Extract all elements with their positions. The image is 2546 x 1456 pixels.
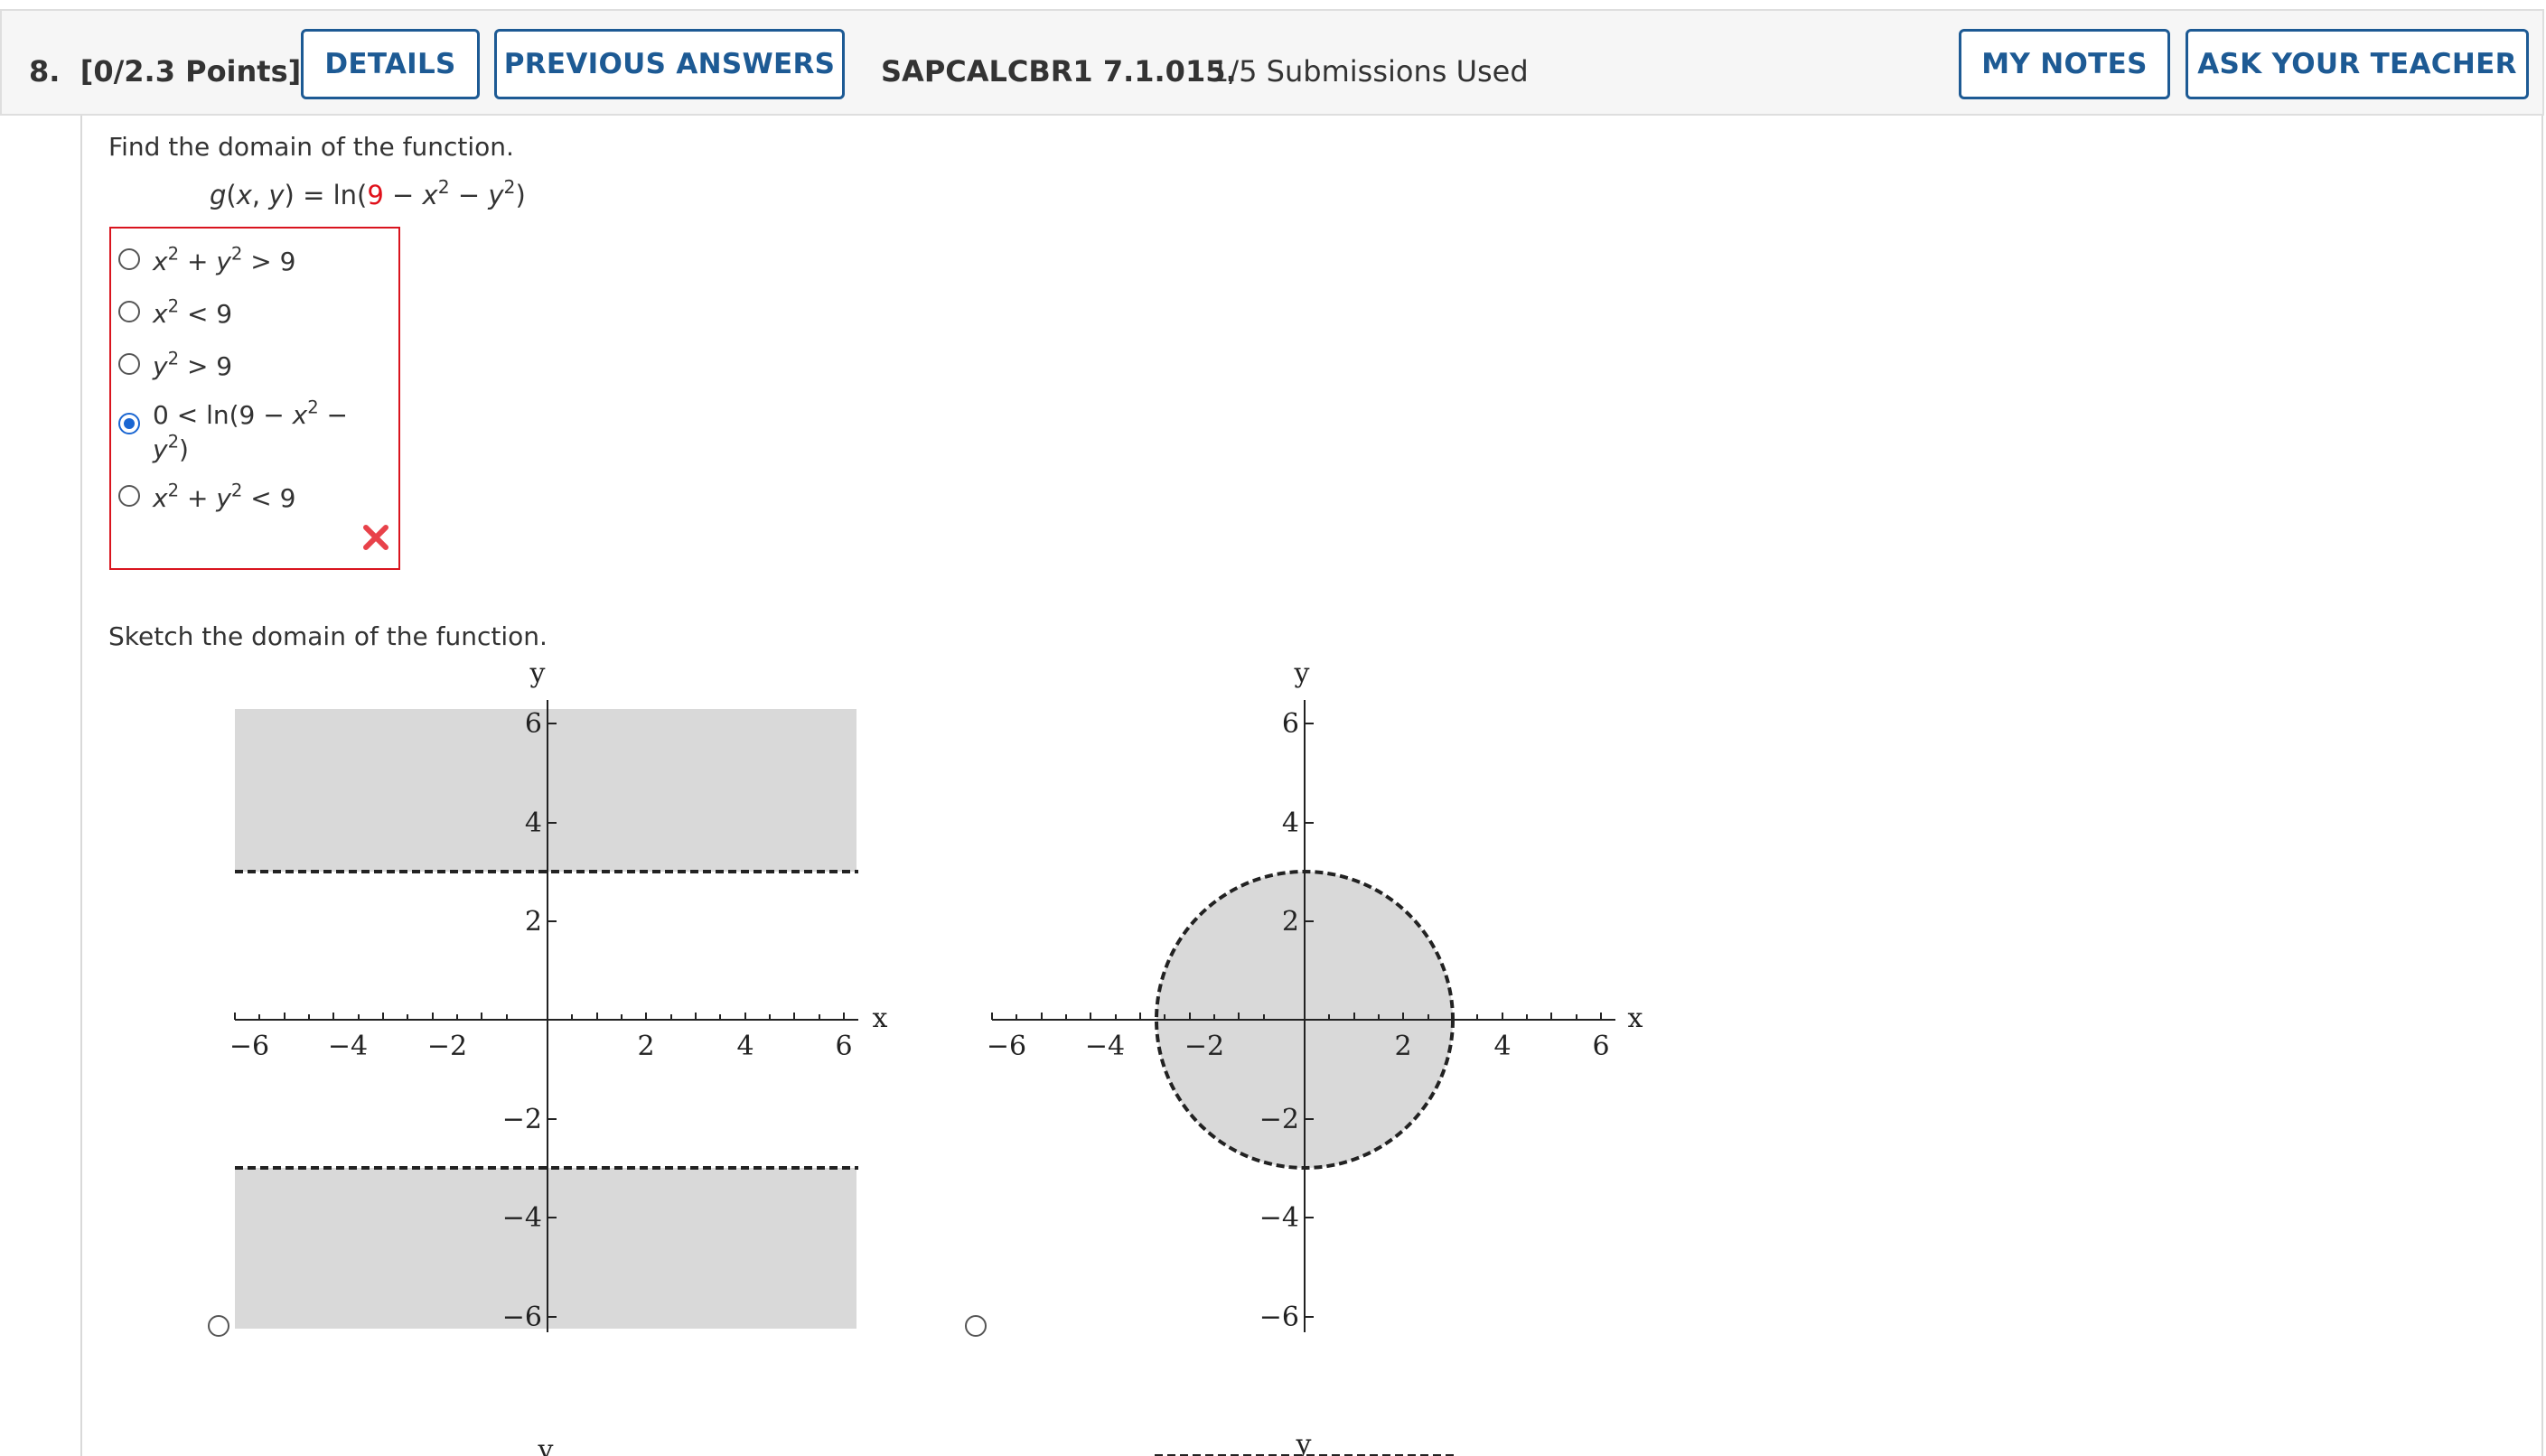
submissions-used: 1/5 Submissions Used [1211, 54, 1529, 89]
y-tick-label: 6 [1282, 708, 1299, 740]
radio-button[interactable] [118, 353, 140, 375]
x-tick-label: 2 [637, 1031, 654, 1062]
my-notes-button[interactable]: MY NOTES [1959, 29, 2170, 99]
choice-label: x2 < 9 [153, 295, 233, 329]
y-tick-label: −2 [1259, 1104, 1299, 1135]
sketch-domain-prompt: Sketch the domain of the function. [108, 621, 548, 651]
x-tick-label: −4 [328, 1031, 368, 1062]
y-axis-label: y [529, 658, 546, 689]
choice-label: 0 < ln(9 − x2 − y2) [153, 397, 349, 464]
x-tick-label: −2 [1184, 1031, 1224, 1062]
question-number-text: 8. [29, 54, 61, 89]
radio-button[interactable] [118, 248, 140, 270]
choice-label: x2 + y2 > 9 [153, 243, 296, 276]
find-domain-prompt: Find the domain of the function. [108, 132, 514, 162]
y-tick-label: −4 [1259, 1202, 1299, 1234]
radio-button-selected[interactable] [118, 413, 140, 434]
shaded-region-lower [235, 1168, 856, 1329]
x-axis-label: x [873, 1003, 888, 1034]
x-tick-label: 2 [1394, 1031, 1411, 1062]
choice-label: x2 + y2 < 9 [153, 480, 296, 513]
y-axis-label: y [1296, 1429, 1312, 1456]
y-tick-label: −2 [502, 1104, 542, 1135]
y-tick-label: −6 [1259, 1302, 1299, 1333]
y-tick-label: 4 [1282, 807, 1299, 839]
x-tick-label: 4 [1493, 1031, 1511, 1062]
content-left-border [80, 116, 82, 1456]
incorrect-x-icon [363, 525, 388, 550]
graph-option-1: y x −6 −4 −2 2 4 6 6 4 2 −2 −4 −6 [229, 658, 888, 1333]
problem-code: SAPCALCBR1 7.1.015. [881, 54, 1237, 89]
domain-choices: x2 + y2 > 9 x2 < 9 y2 > 9 0 < ln(9 − x2 … [109, 227, 400, 570]
question-header: 8. [0/2.3 Points] DETAILS PREVIOUS ANSWE… [0, 9, 2544, 116]
shaded-region-upper [235, 709, 856, 872]
y-tick-label: 4 [525, 807, 542, 839]
content-right-border [2541, 116, 2543, 1456]
details-button[interactable]: DETAILS [301, 29, 480, 99]
x-tick-label: 4 [736, 1031, 754, 1062]
y-tick-label: 6 [525, 708, 542, 740]
previous-answers-button[interactable]: PREVIOUS ANSWERS [494, 29, 845, 99]
choice-label: y2 > 9 [153, 348, 233, 381]
x-tick-label: −6 [987, 1031, 1026, 1062]
x-tick-label: −4 [1085, 1031, 1125, 1062]
x-axis-label: x [1628, 1003, 1643, 1034]
y-axis-label: y [1294, 658, 1310, 689]
x-tick-label: −6 [229, 1031, 269, 1062]
graph-option-2: y x −6 −4 −2 2 4 6 6 4 2 −2 −4 −6 [987, 658, 1643, 1333]
radio-button[interactable] [118, 485, 140, 507]
x-ticks [234, 1013, 845, 1020]
ask-your-teacher-button[interactable]: ASK YOUR TEACHER [2186, 29, 2529, 99]
x-tick-label: −2 [427, 1031, 467, 1062]
next-graphs-row-partial: y y [538, 1429, 1455, 1456]
question-number: 8. [0/2.3 Points] [29, 54, 301, 89]
radio-button[interactable] [118, 301, 140, 322]
function-formula: g(x, y) = ln(9 − x2 − y2) [210, 175, 526, 210]
x-tick-label: 6 [1592, 1031, 1609, 1062]
x-tick-label: 6 [835, 1031, 852, 1062]
y-tick-label: 2 [1282, 906, 1299, 938]
y-tick-label: 2 [525, 906, 542, 938]
points-text: [0/2.3 Points] [80, 54, 302, 89]
graph-option-1-radio[interactable] [208, 1315, 229, 1337]
y-tick-label: −6 [502, 1302, 542, 1333]
graph-option-2-radio[interactable] [965, 1315, 987, 1337]
y-axis-label: y [538, 1434, 554, 1456]
y-tick-label: −4 [502, 1202, 542, 1234]
